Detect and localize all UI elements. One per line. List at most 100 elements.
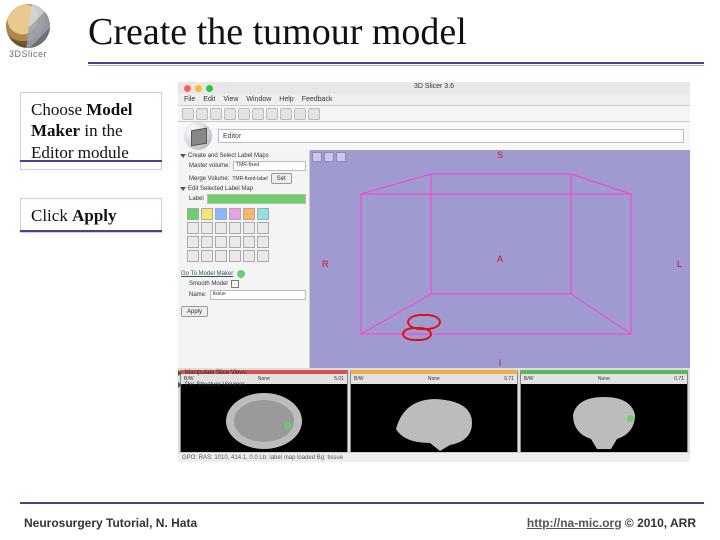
- tool-swatch[interactable]: [187, 208, 199, 220]
- field-row: Merge Volume:TMR-fixed-labelSet: [181, 173, 306, 184]
- field-value: TMR-fixed-label: [232, 176, 267, 182]
- tool-swatch[interactable]: [243, 236, 255, 248]
- master-volume-select[interactable]: TMR-fixed: [233, 161, 306, 171]
- field-row: Smooth Model: [181, 280, 306, 288]
- title-rule-thin: [88, 65, 704, 66]
- axis-l: L: [677, 259, 682, 269]
- callout-text: Click: [31, 206, 72, 225]
- app-screenshot: 3D Slicer 3.6 File Edit View Window Help…: [178, 82, 690, 462]
- label-swatch[interactable]: [207, 194, 306, 204]
- footer-link[interactable]: http://na-mic.org: [527, 516, 622, 530]
- editor-panel: Create and Select Label Maps Master volu…: [178, 150, 310, 368]
- toolbar-button[interactable]: [238, 108, 250, 120]
- panel-section[interactable]: Manipulate Slice Views: [178, 370, 310, 376]
- tool-swatch[interactable]: [257, 236, 269, 248]
- slice-bar: B/W None 0.71: [521, 374, 687, 384]
- view-hud: [312, 152, 346, 162]
- menu-file[interactable]: File: [184, 96, 195, 103]
- field-label: Label: [189, 196, 204, 202]
- sbar-r: 0.71: [674, 376, 684, 382]
- sbar-c: None: [428, 376, 440, 382]
- hud-button[interactable]: [312, 152, 322, 162]
- toolbar-button[interactable]: [196, 108, 208, 120]
- toolbar-button[interactable]: [266, 108, 278, 120]
- apply-button[interactable]: Apply: [181, 306, 208, 317]
- status-bar: GPO: RAS: 1010, 414.1, 0.0 Lb: label map…: [178, 452, 690, 462]
- menu-view[interactable]: View: [223, 96, 238, 103]
- section-label: Per-Structure Volumes: [185, 382, 245, 388]
- tool-swatch[interactable]: [257, 222, 269, 234]
- module-selector-value: Editor: [223, 133, 241, 140]
- module-selector[interactable]: Editor: [218, 129, 684, 143]
- tool-swatch[interactable]: [215, 250, 227, 262]
- menu-feedback[interactable]: Feedback: [302, 96, 333, 103]
- tool-swatch[interactable]: [201, 208, 213, 220]
- panel-section[interactable]: Per-Structure Volumes: [178, 382, 310, 388]
- link-label[interactable]: Go To Model Maker: [181, 271, 233, 277]
- disclosure-icon: [178, 382, 182, 388]
- hud-button[interactable]: [336, 152, 346, 162]
- tool-swatch[interactable]: [187, 222, 199, 234]
- toolbar-button[interactable]: [280, 108, 292, 120]
- zoom-icon[interactable]: [206, 85, 213, 92]
- tool-swatch[interactable]: [229, 222, 241, 234]
- view-3d[interactable]: S I R A L: [310, 150, 690, 368]
- modelmaker-row: Go To Model Maker: [181, 270, 306, 278]
- tool-swatch[interactable]: [243, 208, 255, 220]
- toolbar-button[interactable]: [308, 108, 320, 120]
- toolbar-button[interactable]: [224, 108, 236, 120]
- tool-swatch[interactable]: [201, 236, 213, 248]
- slice-sagittal[interactable]: B/W None 0.71: [350, 370, 518, 460]
- sbar-r: 0.71: [504, 376, 514, 382]
- slice-bar: B/W None 0.71: [351, 374, 517, 384]
- sbar-r: 5.01: [334, 376, 344, 382]
- tool-swatch[interactable]: [243, 250, 255, 262]
- sbar-l: B/W: [354, 376, 363, 382]
- field-label: Name:: [189, 292, 207, 298]
- tool-swatch[interactable]: [229, 250, 241, 262]
- disclosure-icon: [180, 154, 186, 158]
- panel-section[interactable]: Edit Selected Label Map: [181, 186, 306, 192]
- tool-swatch[interactable]: [201, 250, 213, 262]
- callout-text: Choose: [31, 100, 86, 119]
- panel-section[interactable]: Create and Select Label Maps: [181, 153, 306, 159]
- tool-swatch[interactable]: [215, 222, 227, 234]
- slice-coronal[interactable]: B/W None 0.71: [520, 370, 688, 460]
- tool-swatch[interactable]: [229, 208, 241, 220]
- tool-swatch[interactable]: [229, 236, 241, 248]
- slide-header: 3DSlicer Create the tumour model: [0, 4, 720, 64]
- checkbox[interactable]: [231, 280, 239, 288]
- tool-palette: [187, 208, 306, 262]
- panel-lower: Manipulate Slice Views Per-Structure Vol…: [178, 370, 310, 388]
- menu-window[interactable]: Window: [246, 96, 271, 103]
- field-row: Master volume:TMR-fixed: [181, 161, 306, 171]
- button-label: Set: [277, 176, 286, 182]
- hud-button[interactable]: [324, 152, 334, 162]
- tool-swatch[interactable]: [243, 222, 255, 234]
- toolbar-button[interactable]: [182, 108, 194, 120]
- tool-swatch[interactable]: [215, 236, 227, 248]
- callout-click-apply: Click Apply: [20, 198, 162, 233]
- sbar-l: B/W: [524, 376, 533, 382]
- footer-copyright: © 2010, ARR: [622, 516, 696, 530]
- toolbar-button[interactable]: [210, 108, 222, 120]
- tool-swatch[interactable]: [257, 250, 269, 262]
- set-button[interactable]: Set: [271, 173, 292, 184]
- name-input[interactable]: tissue: [210, 290, 306, 300]
- tool-swatch[interactable]: [201, 222, 213, 234]
- tool-swatch[interactable]: [215, 208, 227, 220]
- axis-i: I: [499, 358, 502, 368]
- toolbar-button[interactable]: [294, 108, 306, 120]
- disclosure-icon: [180, 187, 186, 191]
- toolbar-button[interactable]: [252, 108, 264, 120]
- titlebar: 3D Slicer 3.6: [178, 82, 690, 94]
- tool-swatch[interactable]: [257, 208, 269, 220]
- menu-help[interactable]: Help: [279, 96, 293, 103]
- close-icon[interactable]: [184, 85, 191, 92]
- tool-swatch[interactable]: [187, 236, 199, 248]
- sbar-c: None: [598, 376, 610, 382]
- minimize-icon[interactable]: [195, 85, 202, 92]
- menu-edit[interactable]: Edit: [203, 96, 215, 103]
- module-logo-icon: [184, 122, 212, 150]
- tool-swatch[interactable]: [187, 250, 199, 262]
